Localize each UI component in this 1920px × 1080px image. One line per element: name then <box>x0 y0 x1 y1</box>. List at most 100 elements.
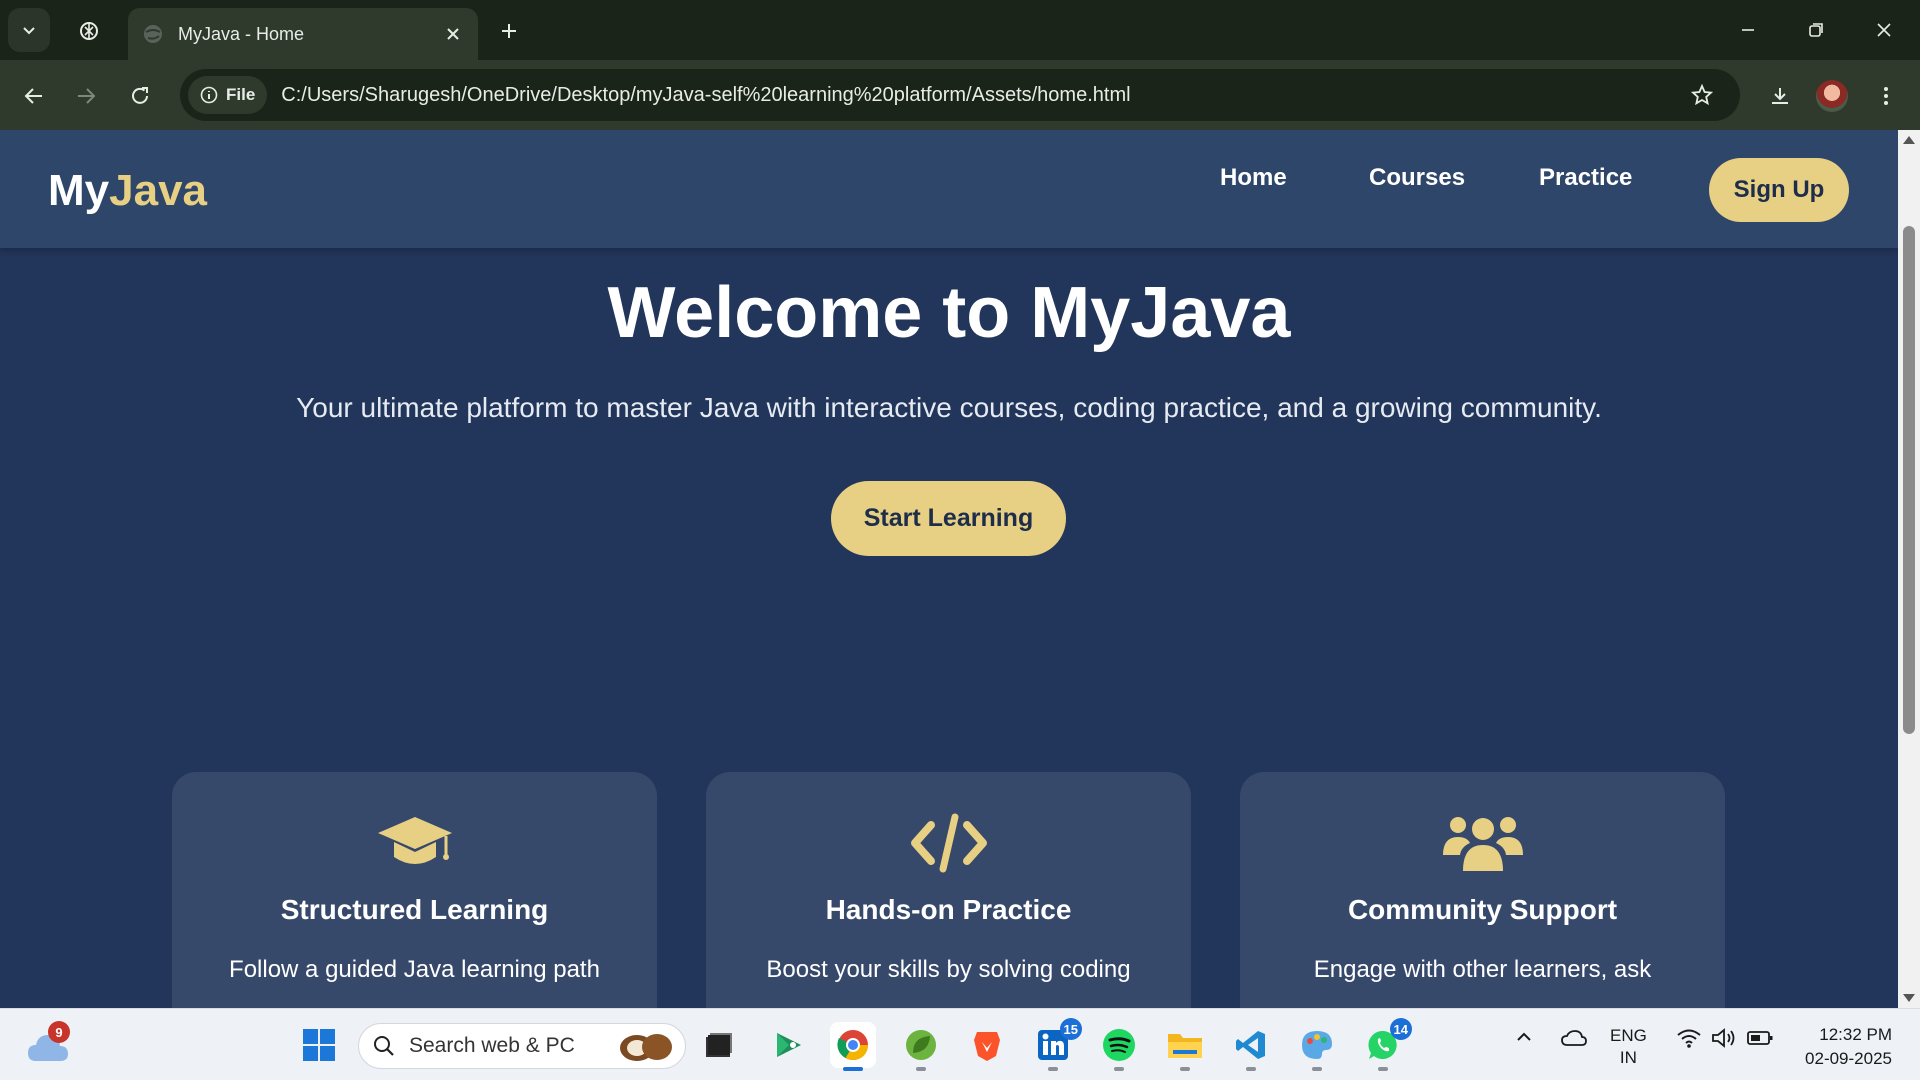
logo-accent-text: Java <box>109 166 208 215</box>
close-icon <box>1877 23 1891 37</box>
start-learning-button[interactable]: Start Learning <box>831 481 1066 556</box>
chevron-down-icon <box>23 27 35 35</box>
arrow-left-icon <box>24 88 42 104</box>
browser-tab-active[interactable]: MyJava - Home <box>128 8 478 60</box>
users-icon <box>1240 806 1725 880</box>
spotify-icon <box>1103 1029 1135 1061</box>
running-indicator <box>1114 1067 1124 1071</box>
play-games-icon <box>777 1033 801 1057</box>
downloads-button[interactable] <box>1760 76 1800 116</box>
linkedin-badge: 15 <box>1059 1018 1082 1040</box>
terminal-icon <box>706 1033 732 1057</box>
feature-card-hands-on-practice: Hands-on Practice Boost your skills by s… <box>706 772 1191 1008</box>
running-indicator <box>1312 1067 1322 1071</box>
running-indicator <box>843 1067 863 1071</box>
spring-leaf-icon <box>906 1030 936 1060</box>
onedrive-cloud-icon[interactable] <box>1560 1027 1588 1054</box>
logo-main-text: My <box>48 166 110 215</box>
taskbar-clock[interactable]: 12:32 PM 02-09-2025 <box>1788 1023 1892 1071</box>
tab-search-button[interactable] <box>8 8 50 52</box>
sign-up-button[interactable]: Sign Up <box>1709 158 1849 222</box>
tray-overflow-chevron-icon[interactable] <box>1514 1027 1534 1052</box>
taskbar-app-play-games[interactable] <box>766 1022 812 1068</box>
scroll-down-arrow-icon[interactable] <box>1903 994 1915 1002</box>
restore-button[interactable] <box>1786 8 1846 52</box>
graduation-cap-icon <box>172 806 657 880</box>
download-icon <box>1772 88 1788 104</box>
bookmark-star-icon[interactable] <box>1682 75 1722 115</box>
search-placeholder: Search web & PC <box>409 1034 575 1057</box>
back-button[interactable] <box>14 76 54 116</box>
taskbar-search-box[interactable]: Search web & PC <box>358 1023 686 1069</box>
taskbar-app-chrome[interactable] <box>830 1022 876 1071</box>
site-navbar: MyJava Home Courses Practice Sign Up <box>0 130 1898 248</box>
browser-menu-button[interactable] <box>1866 76 1906 116</box>
wifi-icon[interactable] <box>1676 1027 1702 1054</box>
vscode-icon <box>1236 1031 1265 1059</box>
browser-tab-bar: MyJava - Home <box>0 0 1920 60</box>
address-bar[interactable]: File C:/Users/Sharugesh/OneDrive/Desktop… <box>180 69 1740 121</box>
feature-title: Structured Learning <box>280 894 549 925</box>
start-button[interactable] <box>296 1022 342 1068</box>
clock-date: 02-09-2025 <box>1805 1049 1892 1068</box>
site-chip-label: File <box>226 85 256 104</box>
running-indicator <box>1180 1067 1190 1071</box>
taskbar-app-whatsapp[interactable]: 14 <box>1360 1018 1412 1071</box>
weather-widget[interactable]: 9 <box>26 1021 70 1067</box>
feature-description: Boost your skills by solving coding <box>766 956 1131 983</box>
nav-home-link[interactable]: Home <box>1220 164 1287 192</box>
battery-icon[interactable] <box>1746 1027 1774 1054</box>
minimize-button[interactable] <box>1718 8 1778 52</box>
whatsapp-badge: 14 <box>1389 1018 1412 1040</box>
running-indicator <box>916 1067 926 1071</box>
windows-logo-icon <box>303 1029 335 1061</box>
nav-practice-link[interactable]: Practice <box>1539 164 1632 192</box>
minimize-icon <box>1742 29 1754 31</box>
hero-subtitle: Your ultimate platform to master Java wi… <box>296 392 1602 423</box>
feature-title: Community Support <box>1347 894 1618 925</box>
scrollbar-thumb[interactable] <box>1903 226 1915 734</box>
reload-button[interactable] <box>120 76 160 116</box>
volume-icon[interactable] <box>1710 1027 1738 1054</box>
page-scrollbar[interactable] <box>1898 130 1920 1008</box>
restore-icon <box>1809 23 1823 37</box>
url-text[interactable]: C:/Users/Sharugesh/OneDrive/Desktop/myJa… <box>281 84 1682 107</box>
nav-courses-link[interactable]: Courses <box>1369 164 1465 192</box>
taskbar-app-vscode[interactable] <box>1228 1022 1274 1071</box>
code-icon <box>706 806 1191 880</box>
language-indicator[interactable]: ENG IN <box>1610 1025 1647 1069</box>
coconut-icon <box>620 1034 672 1061</box>
weather-badge: 9 <box>48 1021 70 1043</box>
info-icon <box>200 86 218 104</box>
feature-card-community-support: Community Support Engage with other lear… <box>1240 772 1725 1008</box>
tab-title: MyJava - Home <box>178 23 305 44</box>
new-tab-button[interactable] <box>492 14 526 48</box>
feature-description: Engage with other learners, ask <box>1313 956 1652 983</box>
hero-title: Welcome to MyJava <box>607 273 1291 353</box>
tab-close-icon[interactable] <box>442 23 464 45</box>
chatgpt-icon[interactable] <box>72 14 106 48</box>
taskbar-app-linkedin[interactable]: 15 <box>1030 1018 1082 1071</box>
profile-avatar[interactable] <box>1816 80 1848 112</box>
taskbar-app-paint[interactable] <box>1294 1022 1340 1071</box>
more-vertical-icon <box>1884 87 1888 105</box>
site-logo[interactable]: MyJava <box>48 166 207 216</box>
site-info-chip[interactable]: File <box>188 76 268 114</box>
windows-taskbar: 9 Search web & PC 15 14 ENG IN 12:32 PM … <box>0 1008 1920 1080</box>
taskbar-app-file-explorer[interactable] <box>1162 1022 1208 1071</box>
chrome-icon <box>837 1030 868 1061</box>
taskbar-app-spotify[interactable] <box>1096 1022 1142 1071</box>
language-code: ENG <box>1610 1026 1647 1045</box>
taskbar-app-terminal[interactable] <box>696 1022 742 1068</box>
close-window-button[interactable] <box>1854 8 1914 52</box>
feature-description: Follow a guided Java learning path <box>229 956 600 983</box>
folder-icon <box>1168 1034 1202 1058</box>
running-indicator <box>1048 1067 1058 1071</box>
forward-button[interactable] <box>66 76 106 116</box>
taskbar-app-spring[interactable] <box>898 1022 944 1071</box>
running-indicator <box>1378 1067 1388 1071</box>
scroll-up-arrow-icon[interactable] <box>1903 136 1915 144</box>
taskbar-app-brave[interactable] <box>964 1022 1010 1068</box>
plus-icon <box>502 24 516 38</box>
globe-icon <box>144 25 162 43</box>
